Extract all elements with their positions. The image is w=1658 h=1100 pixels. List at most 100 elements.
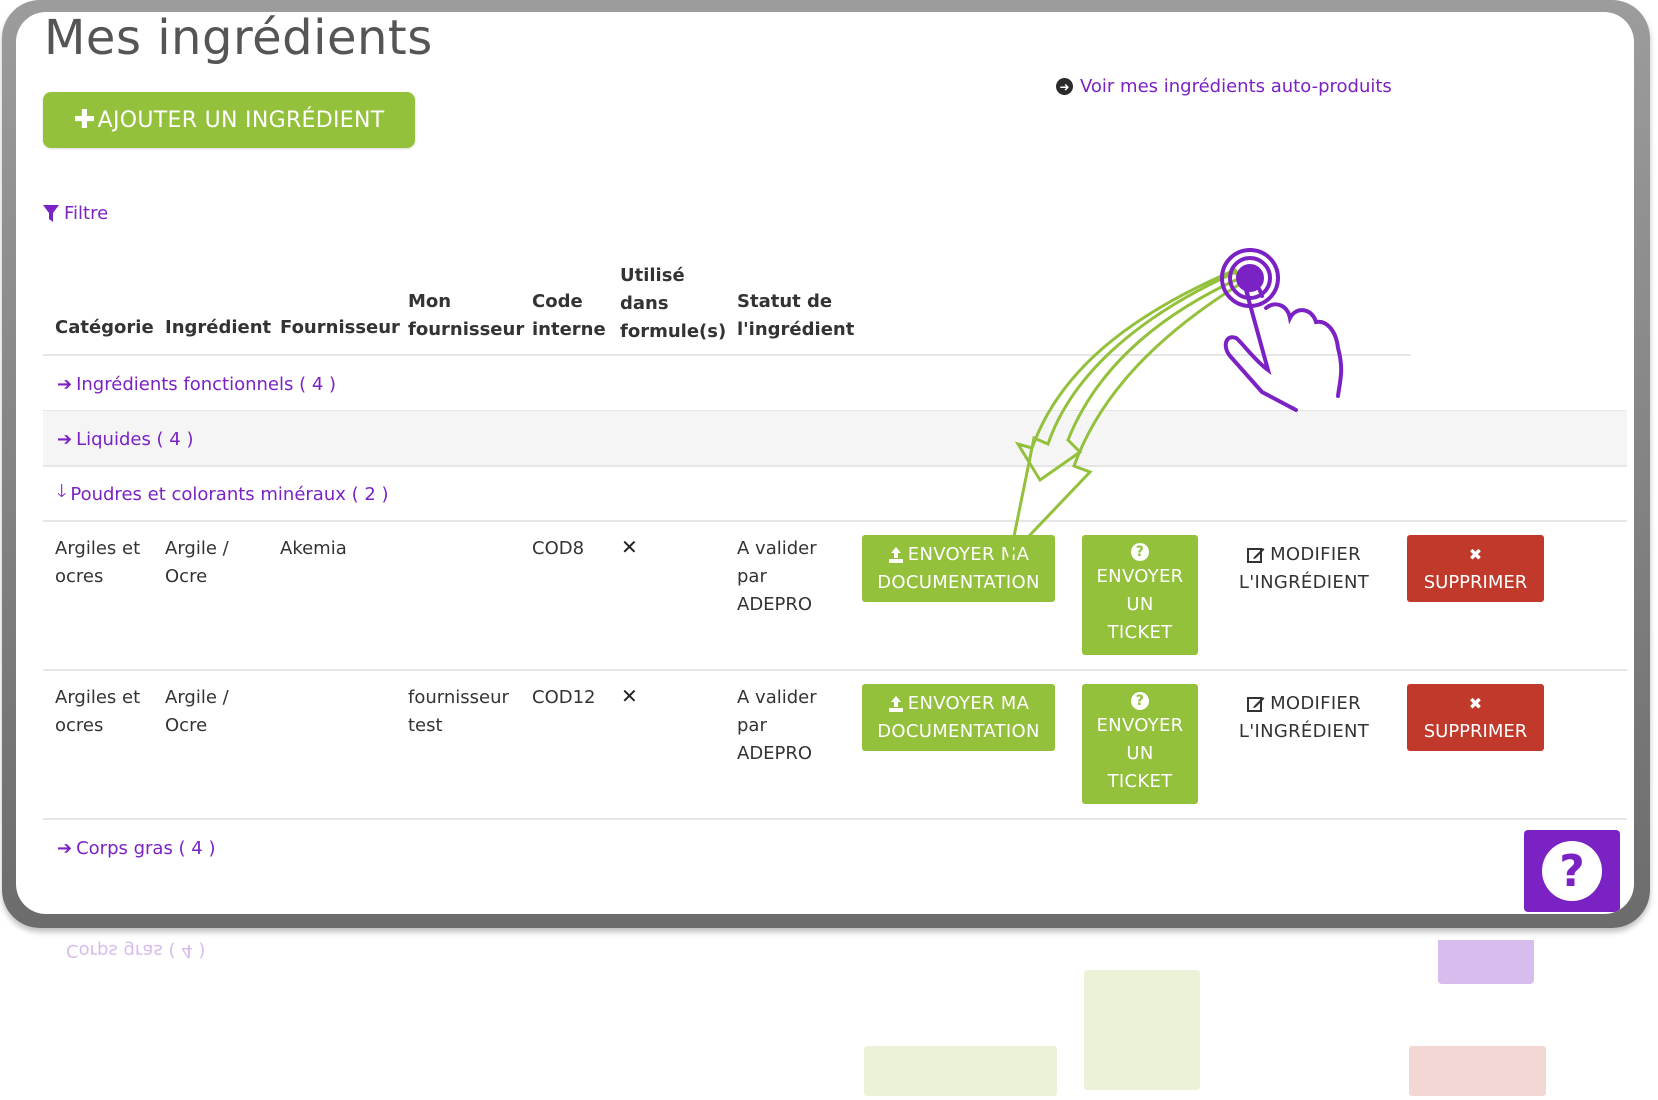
button-label: DOCUMENTATION — [877, 571, 1040, 593]
button-label: L'INGRÉDIENT — [1238, 571, 1370, 593]
page-title: Mes ingrédients — [44, 12, 433, 66]
reflection-text: Corps gras ( 4 ) — [66, 940, 206, 961]
cell-text: ADEPRO — [737, 743, 813, 764]
button-label: MODIFIER — [1270, 692, 1361, 714]
button-label: SUPPRIMER — [1423, 720, 1528, 742]
filter-toggle[interactable]: Filtre — [43, 203, 108, 224]
header-used-line: dans — [620, 293, 669, 314]
header-used-line: formule(s) — [620, 321, 727, 342]
filter-label: Filtre — [64, 203, 109, 224]
button-label: ENVOYER — [1096, 566, 1184, 587]
plus-icon: ✚ — [73, 105, 96, 135]
close-icon: ✖ — [1468, 693, 1483, 713]
cell-ingredient: Argile / Ocre — [165, 535, 229, 591]
cell-text: A valider — [737, 687, 817, 708]
header-my-supplier-line: fournisseur — [408, 319, 525, 340]
button-label: ENVOYER MA — [907, 543, 1030, 565]
help-button[interactable]: ? — [1524, 830, 1620, 912]
upload-icon — [888, 695, 903, 712]
reflection-button — [1084, 970, 1200, 1090]
group-label: Ingrédients fonctionnels ( 4 ) — [76, 373, 337, 395]
cell-category: Argiles et ocres — [55, 535, 140, 591]
row-divider — [43, 669, 1627, 671]
cell-text: Ocre — [165, 715, 208, 736]
header-used-line: Utilisé — [620, 265, 685, 286]
button-label: DOCUMENTATION — [877, 720, 1040, 742]
header-my-supplier[interactable]: Mon fournisseur — [408, 288, 524, 344]
button-label: ENVOYER — [1096, 715, 1184, 736]
header-internal-code[interactable]: Code interne — [532, 288, 606, 344]
upload-icon — [888, 546, 903, 563]
header-my-supplier-line: Mon — [408, 291, 452, 312]
delete-button[interactable]: ✖ SUPPRIMER — [1407, 684, 1544, 751]
group-label: Liquides ( 4 ) — [76, 428, 194, 450]
auto-produced-link[interactable]: ➜ Voir mes ingrédients auto-produits — [1056, 76, 1392, 97]
help-icon: ? — [1542, 841, 1602, 901]
add-ingredient-label: AJOUTER UN INGRÉDIENT — [97, 107, 385, 133]
group-row[interactable]: ➔ Liquides ( 4 ) — [43, 411, 1627, 467]
cell-text: ADEPRO — [737, 594, 813, 615]
cell-text: par — [737, 566, 767, 587]
page: Mes ingrédients ✚ AJOUTER UN INGRÉDIENT … — [16, 12, 1634, 914]
button-label: MODIFIER — [1270, 543, 1361, 565]
send-ticket-button[interactable]: ? ENVOYER UN TICKET — [1082, 535, 1198, 655]
close-icon: ✕ — [621, 684, 638, 708]
cell-text: fournisseur — [408, 687, 509, 708]
button-label: UN — [1126, 594, 1154, 615]
arrow-right-icon: ➔ — [57, 837, 73, 859]
arrow-right-icon: ➔ — [57, 373, 73, 395]
reflection: Corps gras ( 4 ) — [18, 940, 1636, 1100]
arrow-down-icon: 🡓 — [57, 481, 67, 502]
send-documentation-button[interactable]: ENVOYER MA DOCUMENTATION — [862, 535, 1055, 602]
header-used-in-formula[interactable]: Utilisé dans formule(s) — [620, 262, 726, 346]
header-code-line: interne — [532, 319, 606, 340]
cell-text: ocres — [55, 715, 104, 736]
cell-text: A valider — [737, 538, 817, 559]
edit-icon — [1247, 547, 1265, 563]
button-label: ENVOYER MA — [907, 692, 1030, 714]
edit-icon — [1247, 696, 1265, 712]
edit-ingredient-button[interactable]: MODIFIER L'INGRÉDIENT — [1224, 684, 1384, 751]
group-label: Corps gras ( 4 ) — [76, 837, 216, 859]
auto-produced-label: Voir mes ingrédients auto-produits — [1080, 76, 1392, 97]
header-category[interactable]: Catégorie — [55, 314, 154, 342]
row-divider — [43, 520, 1627, 522]
question-circle-icon: ? — [1131, 692, 1149, 710]
send-ticket-button[interactable]: ? ENVOYER UN TICKET — [1082, 684, 1198, 804]
header-code-line: Code — [532, 291, 583, 312]
cell-my-supplier: fournisseur test — [408, 684, 509, 740]
group-row[interactable]: ➔ Ingrédients fonctionnels ( 4 ) — [43, 356, 1627, 412]
header-status[interactable]: Statut de l'ingrédient — [737, 288, 854, 344]
header-status-line: l'ingrédient — [737, 319, 855, 340]
cell-code: COD12 — [532, 687, 596, 708]
cell-status: A valider par ADEPRO — [737, 535, 817, 619]
filter-icon — [43, 204, 59, 222]
cell-text: par — [737, 715, 767, 736]
close-icon: ✕ — [621, 535, 638, 559]
cell-text: Argile / — [165, 687, 229, 708]
cell-text: Argiles et — [55, 538, 141, 559]
cell-text: Ocre — [165, 566, 208, 587]
cell-text: Argiles et — [55, 687, 141, 708]
question-circle-icon: ? — [1131, 543, 1149, 561]
cell-text: test — [408, 715, 443, 736]
cell-category: Argiles et ocres — [55, 684, 140, 740]
delete-button[interactable]: ✖ SUPPRIMER — [1407, 535, 1544, 602]
send-documentation-button[interactable]: ENVOYER MA DOCUMENTATION — [862, 684, 1055, 751]
reflection-help — [1438, 940, 1534, 984]
header-status-line: Statut de — [737, 291, 833, 312]
header-ingredient[interactable]: Ingrédient — [165, 314, 271, 342]
button-label: SUPPRIMER — [1423, 571, 1528, 593]
group-row-expanded[interactable]: 🡓 Poudres et colorants minéraux ( 2 ) — [43, 466, 1627, 522]
cell-text: Argile / — [165, 538, 229, 559]
button-label: UN — [1126, 743, 1154, 764]
group-row[interactable]: ➔ Corps gras ( 4 ) — [43, 820, 1627, 876]
add-ingredient-button[interactable]: ✚ AJOUTER UN INGRÉDIENT — [43, 92, 415, 148]
reflection-button — [864, 1046, 1057, 1096]
edit-ingredient-button[interactable]: MODIFIER L'INGRÉDIENT — [1224, 535, 1384, 602]
button-label: L'INGRÉDIENT — [1238, 720, 1370, 742]
cell-code: COD8 — [532, 538, 585, 559]
header-supplier[interactable]: Fournisseur — [280, 314, 400, 342]
button-label: TICKET — [1107, 771, 1173, 792]
close-icon: ✖ — [1468, 544, 1483, 564]
